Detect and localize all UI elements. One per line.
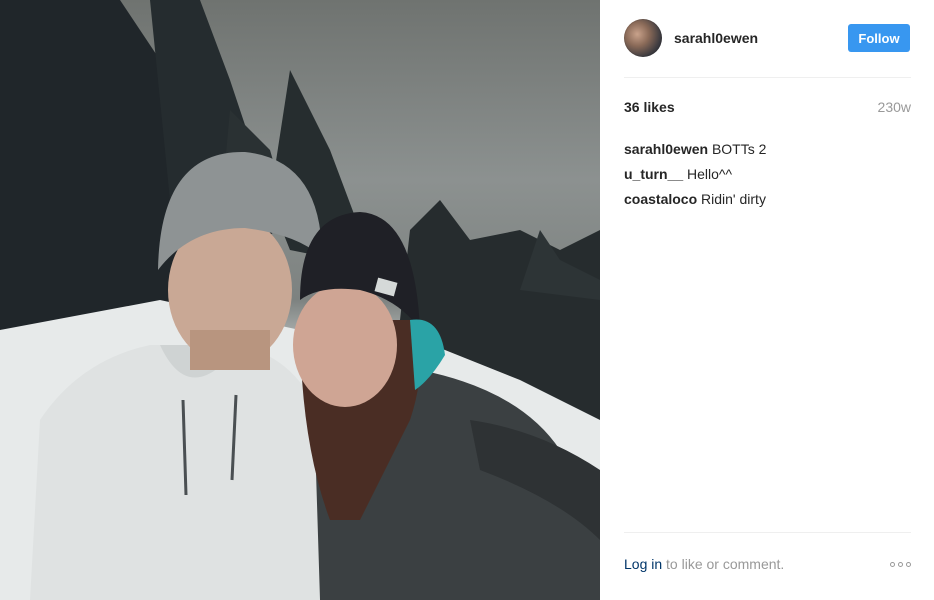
comment-text: Ridin' dirty (701, 191, 766, 207)
likes-count[interactable]: 36 likes (624, 99, 675, 115)
comment-author[interactable]: sarahl0ewen (624, 141, 708, 157)
photo-illustration (0, 0, 600, 600)
post-header: sarahl0ewen Follow (624, 18, 910, 58)
dot (890, 561, 895, 567)
post-details-panel: sarahl0ewen Follow 36 likes 230w sarahl0… (600, 0, 934, 600)
header-divider (624, 77, 911, 78)
comment: sarahl0ewen BOTTs 2 (624, 137, 911, 162)
comments-list: sarahl0ewen BOTTs 2 u_turn__ Hello^^ coa… (624, 137, 911, 212)
comment: u_turn__ Hello^^ (624, 162, 911, 187)
follow-button[interactable]: Follow (848, 24, 910, 52)
comment: coastaloco Ridin' dirty (624, 187, 911, 212)
comment-author[interactable]: u_turn__ (624, 166, 683, 182)
avatar[interactable] (624, 19, 662, 57)
login-prompt-text: to like or comment. (662, 556, 785, 572)
dot (906, 561, 911, 567)
post-footer: Log in to like or comment. (624, 556, 911, 572)
likes-row: 36 likes 230w (624, 99, 911, 115)
footer-divider (624, 532, 911, 533)
comment-text: BOTTs 2 (711, 141, 767, 157)
comment-author[interactable]: coastaloco (624, 191, 697, 207)
login-link[interactable]: Log in (624, 556, 662, 572)
dot (898, 561, 903, 567)
comment-text: Hello^^ (687, 166, 733, 182)
post-time[interactable]: 230w (878, 99, 911, 115)
username[interactable]: sarahl0ewen (674, 30, 848, 46)
more-options-icon[interactable] (890, 561, 911, 567)
post-photo (0, 0, 600, 600)
login-prompt: Log in to like or comment. (624, 556, 784, 572)
